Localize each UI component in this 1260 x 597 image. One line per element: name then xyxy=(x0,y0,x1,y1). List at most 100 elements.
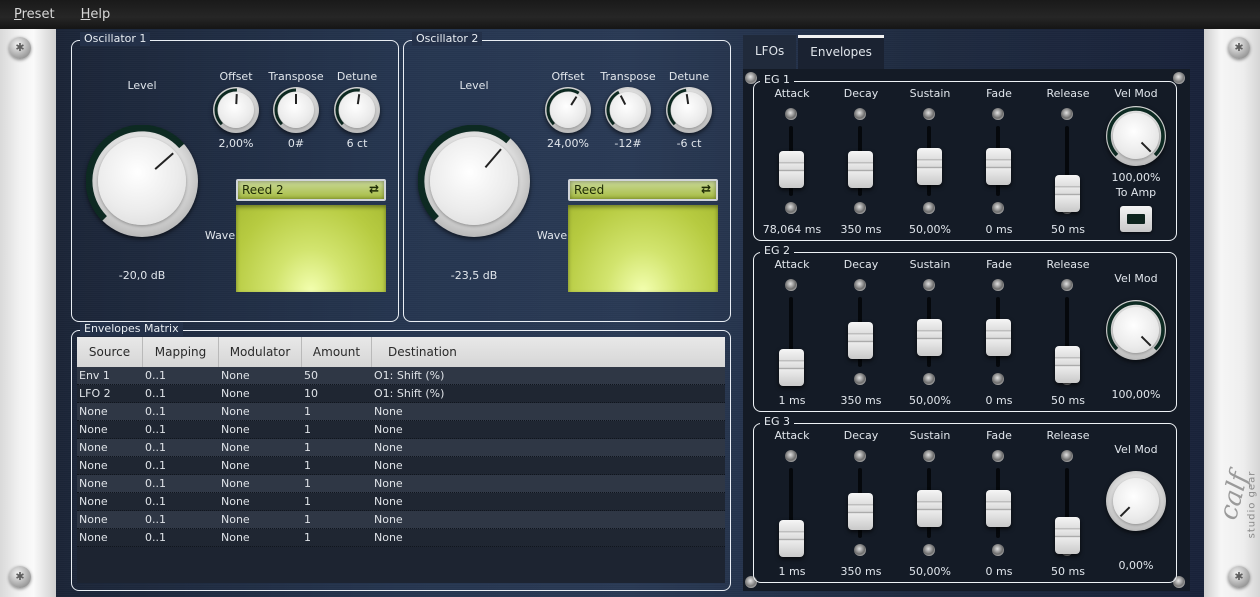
cell-mapping[interactable]: 0..1 xyxy=(143,423,219,436)
cell-mapping[interactable]: 0..1 xyxy=(143,495,219,508)
cell-mapping[interactable]: 0..1 xyxy=(143,387,219,400)
cell-source[interactable]: None xyxy=(77,477,143,490)
release-slider[interactable] xyxy=(1048,106,1088,221)
cell-destination[interactable]: None xyxy=(372,441,725,454)
cell-modulator[interactable]: None xyxy=(219,459,302,472)
cell-mapping[interactable]: 0..1 xyxy=(143,531,219,544)
release-slider-handle[interactable] xyxy=(1055,346,1080,384)
level-knob[interactable] xyxy=(418,125,530,237)
release-slider-handle[interactable] xyxy=(1055,175,1080,213)
cell-modulator[interactable]: None xyxy=(219,423,302,436)
attack-slider-handle[interactable] xyxy=(779,349,804,386)
cell-amount[interactable]: 10 xyxy=(302,387,372,400)
matrix-row[interactable]: None 0..1 None 1 None xyxy=(77,493,725,511)
cell-mapping[interactable]: 0..1 xyxy=(143,405,219,418)
matrix-row[interactable]: None 0..1 None 1 None xyxy=(77,475,725,493)
offset-knob[interactable] xyxy=(545,87,591,133)
fade-slider-handle[interactable] xyxy=(986,148,1011,186)
cell-amount[interactable]: 1 xyxy=(302,495,372,508)
tab-lfos[interactable]: LFOs xyxy=(743,35,797,69)
fade-slider[interactable] xyxy=(979,448,1019,563)
menu-help[interactable]: Help xyxy=(81,7,111,22)
cell-modulator[interactable]: None xyxy=(219,387,302,400)
decay-slider-handle[interactable] xyxy=(848,322,873,359)
decay-slider[interactable] xyxy=(841,106,881,221)
sustain-slider-handle[interactable] xyxy=(917,490,942,528)
matrix-row[interactable]: None 0..1 None 1 None xyxy=(77,403,725,421)
cell-source[interactable]: None xyxy=(77,459,143,472)
vel-mod-knob[interactable] xyxy=(1106,300,1166,360)
swap-arrows-icon[interactable]: ⇄ xyxy=(369,182,379,196)
cell-amount[interactable]: 1 xyxy=(302,513,372,526)
cell-amount[interactable]: 1 xyxy=(302,441,372,454)
cell-modulator[interactable]: None xyxy=(219,405,302,418)
cell-destination[interactable]: None xyxy=(372,531,725,544)
matrix-row[interactable]: LFO 2 0..1 None 10 O1: Shift (%) xyxy=(77,385,725,403)
cell-mapping[interactable]: 0..1 xyxy=(143,441,219,454)
cell-amount[interactable]: 1 xyxy=(302,477,372,490)
cell-modulator[interactable]: None xyxy=(219,531,302,544)
detune-knob[interactable] xyxy=(666,87,712,133)
release-slider[interactable] xyxy=(1048,277,1088,392)
cell-destination[interactable]: O1: Shift (%) xyxy=(372,369,725,382)
matrix-row[interactable]: None 0..1 None 1 None xyxy=(77,457,725,475)
column-header-source[interactable]: Source xyxy=(77,337,143,367)
decay-slider[interactable] xyxy=(841,448,881,563)
decay-slider[interactable] xyxy=(841,277,881,392)
cell-source[interactable]: Env 1 xyxy=(77,369,143,382)
cell-destination[interactable]: None xyxy=(372,423,725,436)
cell-destination[interactable]: None xyxy=(372,495,725,508)
cell-destination[interactable]: None xyxy=(372,459,725,472)
matrix-row[interactable]: None 0..1 None 1 None xyxy=(77,529,725,547)
fade-slider-handle[interactable] xyxy=(986,490,1011,528)
fade-slider[interactable] xyxy=(979,277,1019,392)
cell-source[interactable]: None xyxy=(77,513,143,526)
cell-modulator[interactable]: None xyxy=(219,441,302,454)
sustain-slider[interactable] xyxy=(910,106,950,221)
attack-slider[interactable] xyxy=(772,448,812,563)
cell-destination[interactable]: None xyxy=(372,477,725,490)
attack-slider[interactable] xyxy=(772,277,812,392)
cell-source[interactable]: LFO 2 xyxy=(77,387,143,400)
fade-slider[interactable] xyxy=(979,106,1019,221)
matrix-row[interactable]: None 0..1 None 1 None xyxy=(77,439,725,457)
sustain-slider-handle[interactable] xyxy=(917,319,942,357)
matrix-row[interactable]: Env 1 0..1 None 50 O1: Shift (%) xyxy=(77,367,725,385)
matrix-row[interactable]: None 0..1 None 1 None xyxy=(77,421,725,439)
cell-destination[interactable]: None xyxy=(372,513,725,526)
to-amp-toggle[interactable] xyxy=(1120,206,1152,232)
cell-mapping[interactable]: 0..1 xyxy=(143,369,219,382)
decay-slider-handle[interactable] xyxy=(848,151,873,188)
sustain-slider[interactable] xyxy=(910,448,950,563)
cell-amount[interactable]: 1 xyxy=(302,459,372,472)
cell-modulator[interactable]: None xyxy=(219,495,302,508)
column-header-destination[interactable]: Destination xyxy=(372,337,725,367)
wave-selector[interactable]: Reed 2 ⇄ xyxy=(236,179,386,201)
cell-source[interactable]: None xyxy=(77,495,143,508)
cell-modulator[interactable]: None xyxy=(219,513,302,526)
release-slider-handle[interactable] xyxy=(1055,517,1080,555)
tab-envelopes[interactable]: Envelopes xyxy=(798,35,884,69)
cell-amount[interactable]: 1 xyxy=(302,423,372,436)
cell-mapping[interactable]: 0..1 xyxy=(143,459,219,472)
release-slider[interactable] xyxy=(1048,448,1088,563)
transpose-knob[interactable] xyxy=(273,87,319,133)
cell-destination[interactable]: None xyxy=(372,405,725,418)
cell-mapping[interactable]: 0..1 xyxy=(143,513,219,526)
column-header-modulator[interactable]: Modulator xyxy=(219,337,302,367)
cell-amount[interactable]: 1 xyxy=(302,405,372,418)
transpose-knob[interactable] xyxy=(605,87,651,133)
cell-source[interactable]: None xyxy=(77,423,143,436)
decay-slider-handle[interactable] xyxy=(848,493,873,530)
level-knob[interactable] xyxy=(86,125,198,237)
cell-source[interactable]: None xyxy=(77,441,143,454)
attack-slider-handle[interactable] xyxy=(779,151,804,188)
detune-knob[interactable] xyxy=(334,87,380,133)
vel-mod-knob[interactable] xyxy=(1106,106,1166,166)
cell-source[interactable]: None xyxy=(77,405,143,418)
menu-preset[interactable]: Preset xyxy=(14,7,55,22)
cell-mapping[interactable]: 0..1 xyxy=(143,477,219,490)
cell-amount[interactable]: 1 xyxy=(302,531,372,544)
column-header-mapping[interactable]: Mapping xyxy=(143,337,219,367)
cell-amount[interactable]: 50 xyxy=(302,369,372,382)
